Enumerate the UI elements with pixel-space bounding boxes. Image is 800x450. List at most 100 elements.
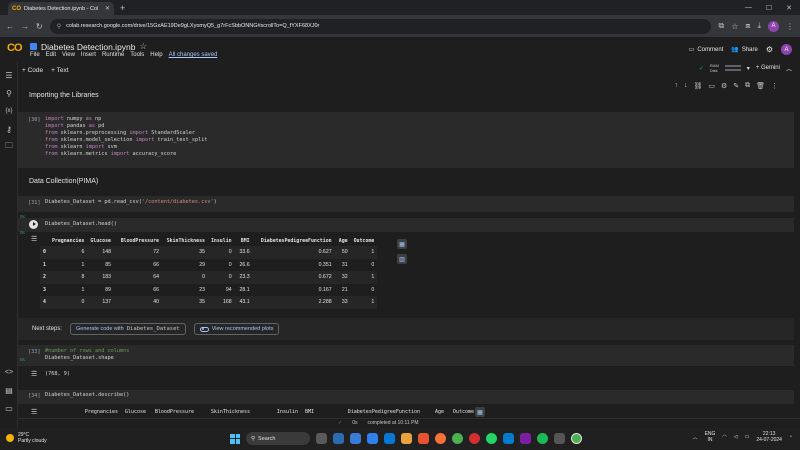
windows-start-icon[interactable]: [230, 433, 240, 444]
browser-profile-avatar[interactable]: A: [768, 20, 779, 32]
gemini-button[interactable]: + Gemini: [756, 65, 780, 71]
back-icon[interactable]: ←: [6, 22, 14, 31]
menu-view[interactable]: View: [62, 52, 75, 58]
forward-icon[interactable]: →: [21, 22, 29, 31]
add-code-cell-button[interactable]: + Code: [22, 67, 43, 74]
output-menu-icon[interactable]: ☰: [31, 370, 37, 378]
secrets-key-icon[interactable]: ⚷: [3, 123, 15, 135]
generate-code-button[interactable]: Generate code with Diabetes_Dataset: [70, 323, 186, 335]
menu-tools[interactable]: Tools: [130, 52, 144, 58]
execution-status[interactable]: ✓ 0s completed at 10:11 PM: [338, 420, 419, 426]
menu-insert[interactable]: Insert: [81, 52, 96, 58]
share-button[interactable]: 👥 Share: [731, 46, 758, 54]
comment-cell-icon[interactable]: ▭: [708, 82, 715, 90]
vscode-icon[interactable]: [503, 433, 514, 444]
move-cell-up-icon[interactable]: ↑: [674, 82, 678, 90]
runtime-dropdown-icon[interactable]: ▾: [747, 65, 750, 72]
edit-cell-icon[interactable]: ✎: [733, 82, 739, 90]
settings-gear-icon[interactable]: ⚙: [766, 45, 773, 54]
link-cell-icon[interactable]: ⛓: [693, 82, 702, 90]
menu-file[interactable]: File: [30, 52, 40, 58]
battery-icon[interactable]: ▭: [745, 434, 750, 440]
import-code[interactable]: import numpy as np import pandas as pd fro…: [45, 116, 207, 158]
reload-icon[interactable]: ↻: [36, 22, 43, 31]
head-code[interactable]: Diabetes_Dataset.head(): [45, 221, 117, 228]
taskbar-search[interactable]: ⚲ Search: [246, 432, 310, 445]
search-icon[interactable]: ⚲: [3, 87, 15, 99]
view-recommended-plots-button[interactable]: View recommended plots: [193, 323, 280, 335]
close-tab-icon[interactable]: ✕: [105, 5, 110, 12]
text-cell-importing[interactable]: Importing the Libraries: [18, 92, 790, 99]
code-cell-shape[interactable]: [18, 345, 794, 366]
suggest-charts-icon[interactable]: ▥: [397, 254, 407, 264]
language-indicator[interactable]: ENG IN: [705, 431, 716, 443]
mirror-cell-icon[interactable]: ⧉: [745, 82, 750, 90]
chrome-icon[interactable]: [452, 433, 463, 444]
shape-code[interactable]: #number of rows and columns Diabetes_Data…: [45, 348, 129, 362]
output-menu-icon[interactable]: ☰: [31, 408, 37, 416]
describe-code[interactable]: Diabetes_Dataset.describe(): [45, 392, 129, 399]
app-icon[interactable]: [554, 433, 565, 444]
tray-overflow-icon[interactable]: ︿: [693, 434, 698, 441]
save-status-link[interactable]: All changes saved: [169, 52, 218, 58]
collapse-header-icon[interactable]: ︿: [786, 64, 792, 73]
extensions-icon[interactable]: ⧈: [745, 21, 750, 31]
add-text-cell-button[interactable]: + Text: [51, 67, 68, 74]
variables-icon[interactable]: {x}: [3, 105, 15, 117]
new-tab-icon[interactable]: +: [120, 3, 125, 13]
table-of-contents-icon[interactable]: ☰: [3, 69, 15, 81]
read-csv-code[interactable]: Diabetes_Dataset = pd.read_csv('/content…: [45, 199, 217, 206]
cell-settings-icon[interactable]: ⚙: [721, 82, 727, 90]
bookmark-star-icon[interactable]: ☆: [731, 22, 738, 31]
spotify-icon[interactable]: [537, 433, 548, 444]
whatsapp-icon[interactable]: [486, 433, 497, 444]
file-explorer-icon[interactable]: [401, 433, 412, 444]
command-palette-icon[interactable]: ▤: [3, 384, 15, 396]
close-window-icon[interactable]: ✕: [786, 4, 792, 12]
install-app-icon[interactable]: ⧉: [718, 21, 724, 31]
interactive-table-icon[interactable]: ▦: [475, 407, 485, 417]
more-cell-actions-icon[interactable]: ⋮: [771, 82, 778, 90]
notifications-icon[interactable]: ◔: [789, 434, 792, 440]
interactive-table-icon[interactable]: ▦: [397, 239, 407, 249]
files-folder-icon[interactable]: 🗀: [3, 141, 15, 153]
edge-icon[interactable]: [384, 433, 395, 444]
firefox-icon[interactable]: [435, 433, 446, 444]
task-view-icon[interactable]: [316, 433, 327, 444]
weather-widget[interactable]: 29°C Partly cloudy: [6, 432, 47, 444]
code-snippets-icon[interactable]: <>: [3, 366, 15, 378]
app-icon[interactable]: [367, 433, 378, 444]
app-icon[interactable]: [469, 433, 480, 444]
volume-icon[interactable]: ◁: [734, 434, 738, 440]
colab-logo[interactable]: CO: [7, 42, 22, 54]
code-cell-head[interactable]: [18, 218, 794, 232]
terminal-icon[interactable]: ▭: [3, 402, 15, 414]
site-info-icon[interactable]: ⚲: [57, 23, 61, 30]
ram-disk-indicator[interactable]: RAM Disk: [710, 63, 719, 73]
output-menu-icon[interactable]: ☰: [31, 235, 37, 243]
comment-button[interactable]: ▭ Comment: [689, 46, 724, 54]
text-cell-data-collection[interactable]: Data Collection(PIMA): [18, 178, 790, 185]
minimize-icon[interactable]: —: [745, 4, 752, 12]
app-icon[interactable]: [333, 433, 344, 444]
code-cell-describe[interactable]: [18, 390, 794, 404]
notebook-title[interactable]: Diabetes Detection.ipynb: [41, 42, 136, 52]
menu-edit[interactable]: Edit: [46, 52, 56, 58]
url-field[interactable]: ⚲ colab.research.google.com/drive/15GxAE…: [49, 18, 712, 34]
downloads-icon[interactable]: ⤓: [757, 21, 761, 31]
star-notebook-icon[interactable]: ☆: [140, 41, 148, 52]
clock[interactable]: 22:13 24-07-2024: [756, 431, 782, 443]
browser-menu-icon[interactable]: ⋮: [786, 22, 794, 31]
menu-runtime[interactable]: Runtime: [102, 52, 124, 58]
wifi-icon[interactable]: ◠: [722, 434, 726, 440]
menu-help[interactable]: Help: [150, 52, 162, 58]
move-cell-down-icon[interactable]: ↓: [684, 82, 688, 90]
run-cell-button[interactable]: [29, 220, 38, 229]
maximize-icon[interactable]: ☐: [766, 4, 772, 12]
office-icon[interactable]: [418, 433, 429, 444]
chrome-active-icon[interactable]: [571, 433, 582, 444]
app-icon[interactable]: [520, 433, 531, 444]
app-icon[interactable]: [350, 433, 361, 444]
delete-cell-icon[interactable]: 🗑: [756, 82, 765, 90]
browser-tab[interactable]: CO Diabetes Detection.ipynb - Col ✕: [8, 2, 114, 15]
